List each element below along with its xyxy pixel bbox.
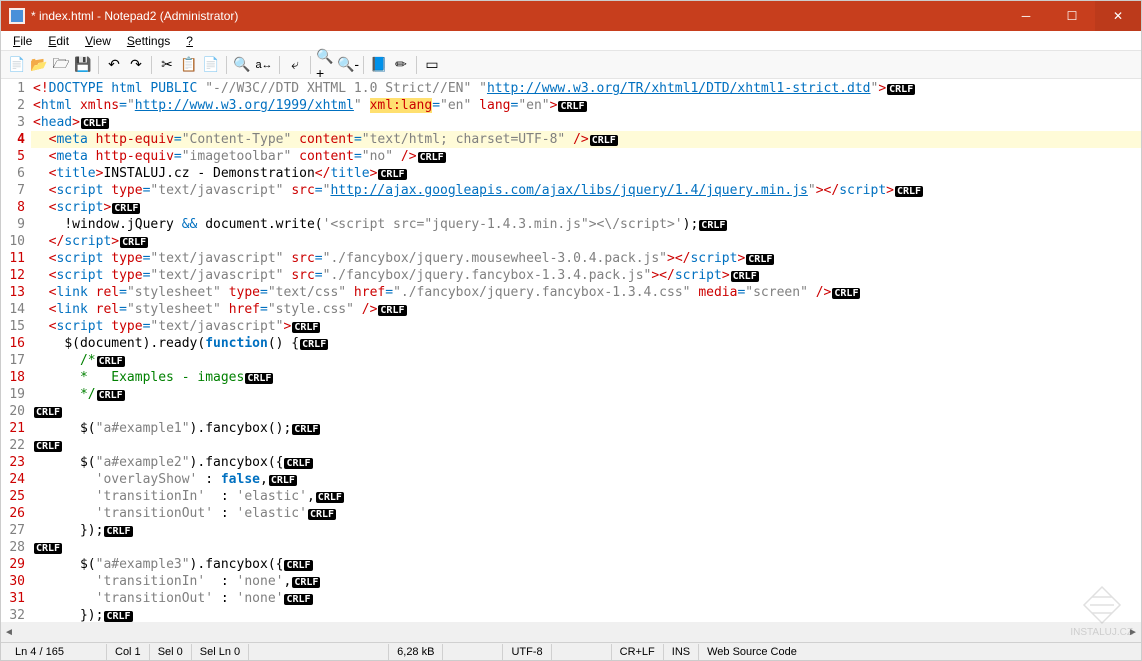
status-spacer1 [249,644,389,660]
scroll-track[interactable] [33,624,1109,640]
status-mode[interactable]: INS [664,644,699,660]
cut-icon[interactable]: ✂ [157,55,177,75]
redo-icon[interactable]: ↷ [126,55,146,75]
editor[interactable]: 1234567891011121314151617181920212223242… [1,80,1141,622]
code-area[interactable]: <!DOCTYPE html PUBLIC "-//W3C//DTD XHTML… [31,80,1141,622]
line-gutter: 1234567891011121314151617181920212223242… [1,80,31,622]
status-filetype[interactable]: Web Source Code [699,644,805,660]
status-eol[interactable]: CR+LF [612,644,664,660]
statusbar: Ln 4 / 165 Col 1 Sel 0 Sel Ln 0 6,28 kB … [1,642,1141,660]
maximize-button[interactable]: ☐ [1049,1,1095,31]
horizontal-scrollbar[interactable]: ◄ ► [1,622,1141,642]
menu-view[interactable]: View [77,32,119,50]
status-spacer2 [443,644,503,660]
copy-icon[interactable]: 📋 [179,55,199,75]
minimize-button[interactable]: ─ [1003,1,1049,31]
window-title: * index.html - Notepad2 (Administrator) [31,9,1003,23]
watermark: INSTALUJ.CZ [1070,585,1133,638]
paste-icon[interactable]: 📄 [201,55,221,75]
browse-icon[interactable]: 🗁 [51,55,71,75]
close-button[interactable]: ✕ [1095,1,1141,31]
app-icon [9,8,25,24]
menu-settings[interactable]: Settings [119,32,178,50]
zoom-in-icon[interactable]: 🔍+ [316,55,336,75]
find-icon[interactable]: 🔍 [232,55,252,75]
scheme-icon[interactable]: 📘 [369,55,389,75]
status-filesize[interactable]: 6,28 kB [389,644,443,660]
rect-select-icon[interactable]: ▭ [422,55,442,75]
menu-help[interactable]: ? [178,32,201,50]
customize-icon[interactable]: ✏ [391,55,411,75]
status-position[interactable]: Ln 4 / 165 [7,644,107,660]
status-encoding[interactable]: UTF-8 [503,644,551,660]
wordwrap-icon[interactable]: ⤶ [285,55,305,75]
new-icon[interactable]: 📄 [7,55,27,75]
status-selection[interactable]: Sel 0 [150,644,192,660]
zoom-out-icon[interactable]: 🔍- [338,55,358,75]
toolbar: 📄 📂 🗁 💾 ↶ ↷ ✂ 📋 📄 🔍 a↔ ⤶ 🔍+ 🔍- 📘 ✏ ▭ [1,51,1141,79]
status-sel-lines[interactable]: Sel Ln 0 [192,644,249,660]
save-icon[interactable]: 💾 [73,55,93,75]
menu-file[interactable]: File [5,32,40,50]
status-column[interactable]: Col 1 [107,644,150,660]
menu-edit[interactable]: Edit [40,32,77,50]
titlebar[interactable]: * index.html - Notepad2 (Administrator) … [1,1,1141,31]
undo-icon[interactable]: ↶ [104,55,124,75]
status-spacer3 [552,644,612,660]
replace-icon[interactable]: a↔ [254,55,274,75]
open-icon[interactable]: 📂 [29,55,49,75]
menubar: File Edit View Settings ? [1,31,1141,51]
scroll-left-icon[interactable]: ◄ [1,624,17,640]
